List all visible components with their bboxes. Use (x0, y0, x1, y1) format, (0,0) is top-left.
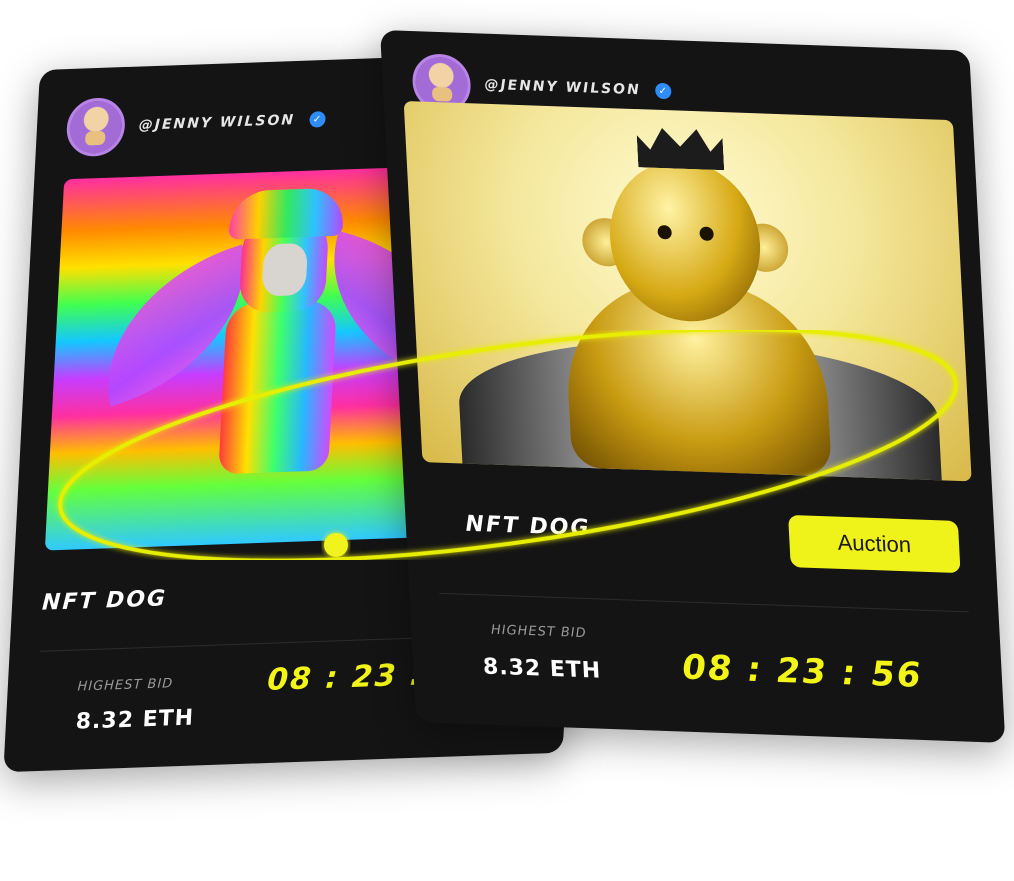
nft-title: NFT DOG (41, 586, 168, 616)
nft-title: NFT DOG (464, 511, 592, 542)
highest-bid-label: HIGHEST BID (77, 676, 174, 695)
nft-card-gold[interactable]: @JENNY WILSON ✓ NFT DOG Auction HIGHEST … (380, 30, 1006, 743)
gold-eye-right (699, 226, 714, 241)
verified-icon: ✓ (654, 82, 672, 100)
verified-icon: ✓ (308, 111, 326, 128)
bucket-hat (228, 187, 345, 240)
auction-timer: 08 : 23 : 56 (681, 647, 924, 696)
auction-timer: 08 : 23 : (266, 657, 425, 698)
auction-button[interactable]: Auction (788, 514, 961, 574)
highest-bid-value: 8.32 ETH (482, 654, 602, 684)
gold-eye-left (657, 224, 673, 240)
card-header: @JENNY WILSON ✓ (65, 90, 326, 158)
highest-bid-value: 8.32 ETH (75, 705, 195, 735)
divider (439, 592, 969, 613)
username[interactable]: @JENNY WILSON (138, 112, 295, 134)
highest-bid-label: HIGHEST BID (490, 622, 588, 642)
crown (636, 127, 724, 170)
avatar[interactable] (65, 97, 127, 158)
username[interactable]: @JENNY WILSON (484, 77, 641, 99)
nft-artwork-gold[interactable] (403, 100, 972, 482)
figure-body (218, 299, 338, 475)
